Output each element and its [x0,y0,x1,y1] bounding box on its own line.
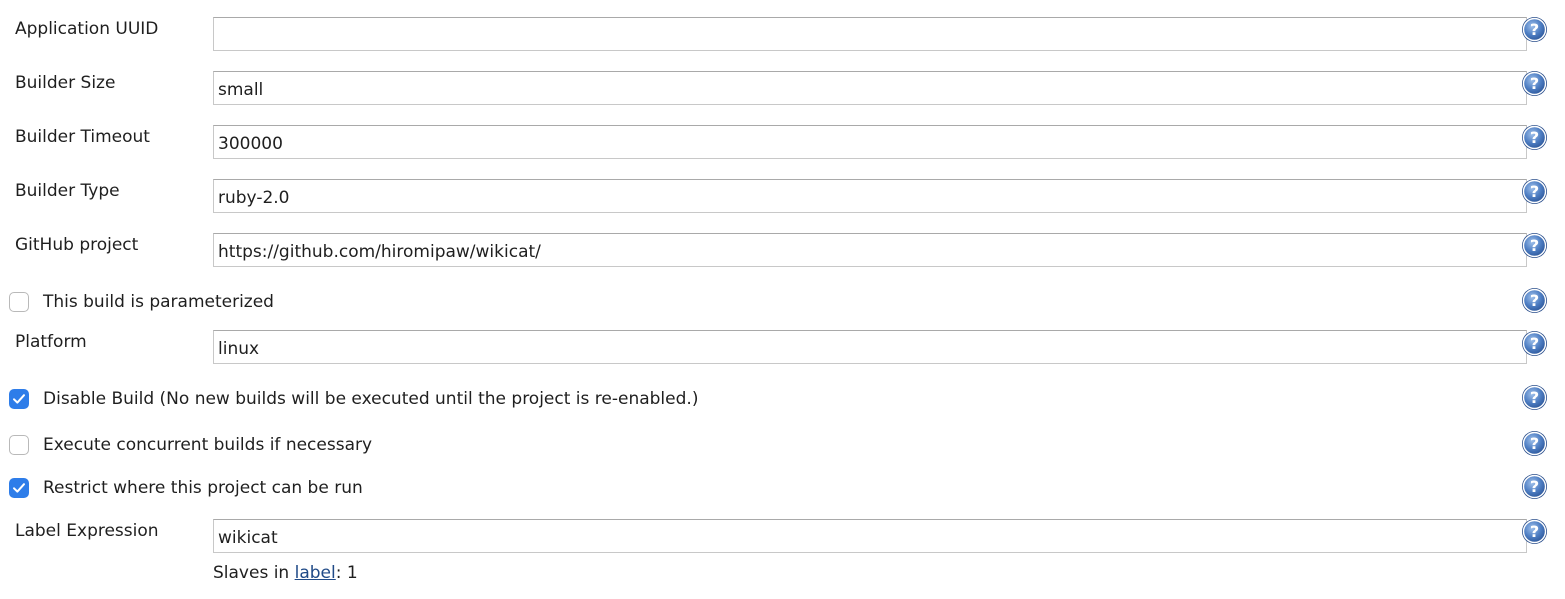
github-project-label: GitHub project [15,235,139,255]
help-icon[interactable]: ? [1521,287,1548,314]
builder-timeout-input[interactable] [213,125,1527,159]
disable-build-label[interactable]: Disable Build (No new builds will be exe… [43,388,698,410]
label-expression-label: Label Expression [15,521,159,541]
help-icon[interactable]: ? [1521,430,1548,457]
parameterized-checkbox[interactable] [9,292,29,312]
application-uuid-input[interactable] [213,17,1527,51]
help-icon[interactable]: ? [1521,473,1548,500]
svg-text:?: ? [1530,128,1539,147]
builder-timeout-label: Builder Timeout [15,127,150,147]
restrict-checkbox[interactable] [9,478,29,498]
checkmark-icon [13,394,25,404]
help-icon[interactable]: ? [1521,330,1548,357]
svg-text:?: ? [1530,20,1539,39]
slaves-info: Slaves in label: 1 [213,562,358,584]
github-project-input[interactable] [213,233,1527,267]
help-icon[interactable]: ? [1521,384,1548,411]
builder-type-label: Builder Type [15,181,120,201]
builder-type-input[interactable] [213,179,1527,213]
slaves-prefix: Slaves in [213,563,290,583]
svg-text:?: ? [1530,522,1539,541]
concurrent-checkbox[interactable] [9,435,29,455]
help-icon[interactable]: ? [1521,70,1548,97]
help-icon[interactable]: ? [1521,518,1548,545]
label-link[interactable]: label [295,563,336,583]
help-icon[interactable]: ? [1521,178,1548,205]
label-expression-input[interactable] [213,519,1527,553]
svg-text:?: ? [1530,182,1539,201]
help-icon[interactable]: ? [1521,232,1548,259]
checkmark-icon [13,483,25,493]
parameterized-label[interactable]: This build is parameterized [43,291,274,313]
platform-input[interactable] [213,330,1527,364]
svg-text:?: ? [1530,236,1539,255]
restrict-label[interactable]: Restrict where this project can be run [43,477,363,499]
platform-label: Platform [15,332,87,352]
builder-size-label: Builder Size [15,73,116,93]
svg-text:?: ? [1530,74,1539,93]
svg-text:?: ? [1530,291,1539,310]
slaves-count: : 1 [335,563,358,583]
help-icon[interactable]: ? [1521,16,1548,43]
disable-build-checkbox[interactable] [9,389,29,409]
svg-text:?: ? [1530,434,1539,453]
application-uuid-label: Application UUID [15,19,159,39]
svg-text:?: ? [1530,477,1539,496]
builder-size-input[interactable] [213,71,1527,105]
help-icon[interactable]: ? [1521,124,1548,151]
svg-text:?: ? [1530,388,1539,407]
concurrent-label[interactable]: Execute concurrent builds if necessary [43,434,372,456]
svg-text:?: ? [1530,334,1539,353]
